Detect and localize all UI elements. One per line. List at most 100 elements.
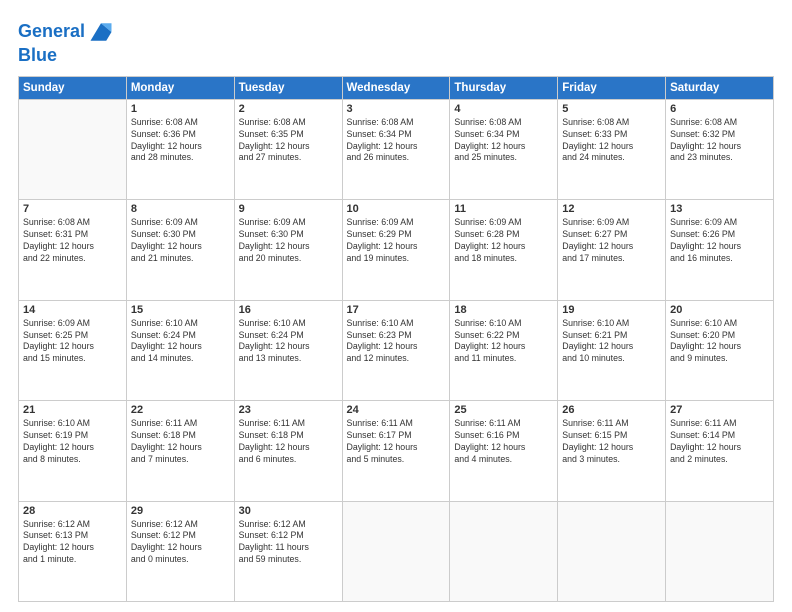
day-info: Sunrise: 6:12 AM Sunset: 6:12 PM Dayligh… <box>131 519 230 567</box>
calendar-day-header: Monday <box>126 76 234 99</box>
day-number: 5 <box>562 103 661 115</box>
calendar-cell: 22 Sunrise: 6:11 AM Sunset: 6:18 PM Dayli… <box>126 401 234 501</box>
day-number: 19 <box>562 304 661 316</box>
calendar-cell: 24Sunrise: 6:11 AM Sunset: 6:17 PM Dayli… <box>342 401 450 501</box>
calendar-day-header: Friday <box>558 76 666 99</box>
day-number: 8 <box>131 203 230 215</box>
day-info: Sunrise: 6:09 AM Sunset: 6:28 PM Dayligh… <box>454 217 553 265</box>
day-number: 25 <box>454 404 553 416</box>
day-number: 20 <box>670 304 769 316</box>
day-number: 22 <box>131 404 230 416</box>
calendar-cell: 16Sunrise: 6:10 AM Sunset: 6:24 PM Dayli… <box>234 300 342 400</box>
day-info: Sunrise: 6:11 AM Sunset: 6:17 PM Dayligh… <box>347 418 446 466</box>
calendar-cell: 5 Sunrise: 6:08 AM Sunset: 6:33 PM Daylig… <box>558 99 666 199</box>
calendar-cell: 15 Sunrise: 6:10 AM Sunset: 6:24 PM Dayli… <box>126 300 234 400</box>
calendar-cell: 23Sunrise: 6:11 AM Sunset: 6:18 PM Dayli… <box>234 401 342 501</box>
calendar-cell <box>342 501 450 601</box>
calendar-cell: 11 Sunrise: 6:09 AM Sunset: 6:28 PM Dayli… <box>450 200 558 300</box>
day-info: Sunrise: 6:08 AM Sunset: 6:36 PM Dayligh… <box>131 117 230 165</box>
calendar-cell: 2Sunrise: 6:08 AM Sunset: 6:35 PM Daylig… <box>234 99 342 199</box>
calendar-week-row: 7 Sunrise: 6:08 AM Sunset: 6:31 PM Daylig… <box>19 200 774 300</box>
logo-icon <box>87 18 115 46</box>
calendar-cell: 26 Sunrise: 6:11 AM Sunset: 6:15 PM Dayli… <box>558 401 666 501</box>
calendar-week-row: 21 Sunrise: 6:10 AM Sunset: 6:19 PM Dayli… <box>19 401 774 501</box>
day-info: Sunrise: 6:11 AM Sunset: 6:15 PM Dayligh… <box>562 418 661 466</box>
day-info: Sunrise: 6:08 AM Sunset: 6:34 PM Dayligh… <box>454 117 553 165</box>
calendar-cell: 18 Sunrise: 6:10 AM Sunset: 6:22 PM Dayli… <box>450 300 558 400</box>
day-info: Sunrise: 6:10 AM Sunset: 6:24 PM Dayligh… <box>131 318 230 366</box>
day-number: 16 <box>239 304 338 316</box>
day-info: Sunrise: 6:08 AM Sunset: 6:31 PM Dayligh… <box>23 217 122 265</box>
day-number: 27 <box>670 404 769 416</box>
calendar-day-header: Sunday <box>19 76 127 99</box>
calendar-day-header: Thursday <box>450 76 558 99</box>
calendar-cell: 21 Sunrise: 6:10 AM Sunset: 6:19 PM Dayli… <box>19 401 127 501</box>
day-number: 3 <box>347 103 446 115</box>
day-info: Sunrise: 6:11 AM Sunset: 6:14 PM Dayligh… <box>670 418 769 466</box>
day-info: Sunrise: 6:10 AM Sunset: 6:21 PM Dayligh… <box>562 318 661 366</box>
day-info: Sunrise: 6:09 AM Sunset: 6:26 PM Dayligh… <box>670 217 769 265</box>
day-number: 23 <box>239 404 338 416</box>
calendar-cell <box>666 501 774 601</box>
day-number: 29 <box>131 505 230 517</box>
page: General Blue SundayMondayTuesdayWednesda… <box>0 0 792 612</box>
calendar-cell <box>19 99 127 199</box>
day-info: Sunrise: 6:11 AM Sunset: 6:18 PM Dayligh… <box>131 418 230 466</box>
calendar-cell <box>558 501 666 601</box>
calendar-header-row: SundayMondayTuesdayWednesdayThursdayFrid… <box>19 76 774 99</box>
calendar-cell: 8 Sunrise: 6:09 AM Sunset: 6:30 PM Daylig… <box>126 200 234 300</box>
day-number: 7 <box>23 203 122 215</box>
day-number: 28 <box>23 505 122 517</box>
calendar-cell: 20 Sunrise: 6:10 AM Sunset: 6:20 PM Dayli… <box>666 300 774 400</box>
calendar-cell: 14 Sunrise: 6:09 AM Sunset: 6:25 PM Dayli… <box>19 300 127 400</box>
calendar-cell: 7 Sunrise: 6:08 AM Sunset: 6:31 PM Daylig… <box>19 200 127 300</box>
day-number: 18 <box>454 304 553 316</box>
day-info: Sunrise: 6:12 AM Sunset: 6:13 PM Dayligh… <box>23 519 122 567</box>
day-info: Sunrise: 6:10 AM Sunset: 6:22 PM Dayligh… <box>454 318 553 366</box>
day-info: Sunrise: 6:08 AM Sunset: 6:33 PM Dayligh… <box>562 117 661 165</box>
day-info: Sunrise: 6:09 AM Sunset: 6:30 PM Dayligh… <box>131 217 230 265</box>
calendar-cell: 10 Sunrise: 6:09 AM Sunset: 6:29 PM Dayli… <box>342 200 450 300</box>
calendar-table: SundayMondayTuesdayWednesdayThursdayFrid… <box>18 76 774 602</box>
day-number: 14 <box>23 304 122 316</box>
calendar-cell: 29 Sunrise: 6:12 AM Sunset: 6:12 PM Dayli… <box>126 501 234 601</box>
calendar-cell: 27 Sunrise: 6:11 AM Sunset: 6:14 PM Dayli… <box>666 401 774 501</box>
day-number: 11 <box>454 203 553 215</box>
calendar-cell: 12Sunrise: 6:09 AM Sunset: 6:27 PM Dayli… <box>558 200 666 300</box>
calendar-cell: 6Sunrise: 6:08 AM Sunset: 6:32 PM Daylig… <box>666 99 774 199</box>
calendar-cell <box>450 501 558 601</box>
day-info: Sunrise: 6:12 AM Sunset: 6:12 PM Dayligh… <box>239 519 338 567</box>
calendar-week-row: 1Sunrise: 6:08 AM Sunset: 6:36 PM Daylig… <box>19 99 774 199</box>
day-number: 17 <box>347 304 446 316</box>
day-info: Sunrise: 6:10 AM Sunset: 6:20 PM Dayligh… <box>670 318 769 366</box>
day-number: 30 <box>239 505 338 517</box>
logo: General Blue <box>18 18 115 66</box>
day-info: Sunrise: 6:09 AM Sunset: 6:25 PM Dayligh… <box>23 318 122 366</box>
day-number: 4 <box>454 103 553 115</box>
day-number: 26 <box>562 404 661 416</box>
calendar-cell: 28 Sunrise: 6:12 AM Sunset: 6:13 PM Dayli… <box>19 501 127 601</box>
day-number: 9 <box>239 203 338 215</box>
day-info: Sunrise: 6:08 AM Sunset: 6:34 PM Dayligh… <box>347 117 446 165</box>
day-info: Sunrise: 6:09 AM Sunset: 6:30 PM Dayligh… <box>239 217 338 265</box>
day-number: 13 <box>670 203 769 215</box>
logo-text: General <box>18 22 85 42</box>
day-number: 21 <box>23 404 122 416</box>
day-number: 15 <box>131 304 230 316</box>
calendar-cell: 1Sunrise: 6:08 AM Sunset: 6:36 PM Daylig… <box>126 99 234 199</box>
day-info: Sunrise: 6:11 AM Sunset: 6:16 PM Dayligh… <box>454 418 553 466</box>
calendar-cell: 3 Sunrise: 6:08 AM Sunset: 6:34 PM Daylig… <box>342 99 450 199</box>
calendar-day-header: Wednesday <box>342 76 450 99</box>
calendar-cell: 17Sunrise: 6:10 AM Sunset: 6:23 PM Dayli… <box>342 300 450 400</box>
day-info: Sunrise: 6:09 AM Sunset: 6:29 PM Dayligh… <box>347 217 446 265</box>
calendar-cell: 9 Sunrise: 6:09 AM Sunset: 6:30 PM Daylig… <box>234 200 342 300</box>
calendar-cell: 30 Sunrise: 6:12 AM Sunset: 6:12 PM Dayli… <box>234 501 342 601</box>
day-info: Sunrise: 6:10 AM Sunset: 6:19 PM Dayligh… <box>23 418 122 466</box>
logo-text-blue: Blue <box>18 46 115 66</box>
day-number: 10 <box>347 203 446 215</box>
calendar-week-row: 28 Sunrise: 6:12 AM Sunset: 6:13 PM Dayli… <box>19 501 774 601</box>
day-number: 2 <box>239 103 338 115</box>
calendar-day-header: Tuesday <box>234 76 342 99</box>
day-info: Sunrise: 6:09 AM Sunset: 6:27 PM Dayligh… <box>562 217 661 265</box>
day-number: 6 <box>670 103 769 115</box>
